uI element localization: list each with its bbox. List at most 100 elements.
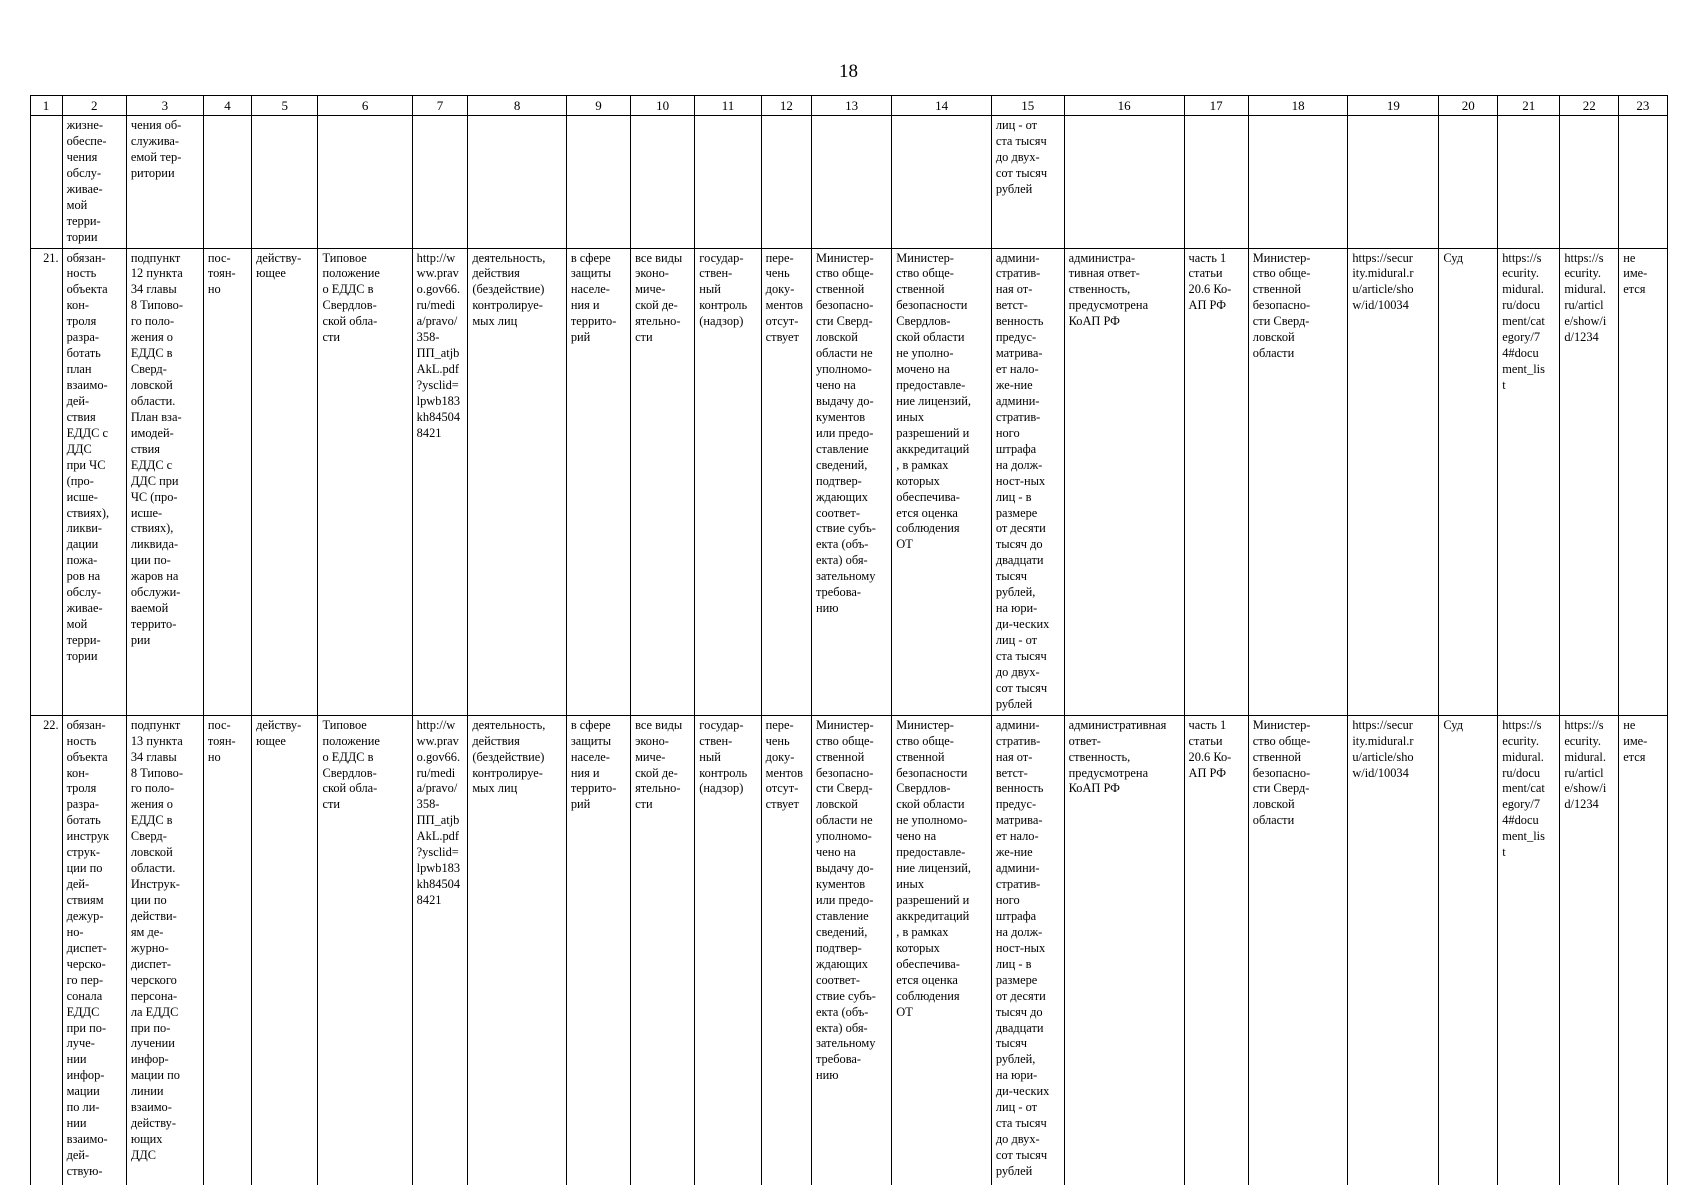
cell-text: государ- ствен- ный контроль (надзор) <box>699 250 748 329</box>
cell-text: государ- ствен- ный контроль (надзор) <box>699 717 748 796</box>
cell-text: часть 1 статьи 20.6 Ко- АП РФ <box>1188 250 1232 313</box>
cell-r0-c4 <box>202 115 253 249</box>
cell-r0-c15: лиц - от ста тысяч до двух- сот тысяч ру… <box>990 115 1065 249</box>
cell-r21-c7: http://w ww.prav o.gov66. ru/medi a/prav… <box>411 247 469 716</box>
table-row: жизне- обеспе- чения обслу- живае- мой т… <box>29 115 1668 249</box>
cell-text: 22. <box>43 717 59 732</box>
cell-r21-c17: часть 1 статьи 20.6 Ко- АП РФ <box>1183 247 1249 716</box>
cell-r22-c20: Суд <box>1438 714 1499 1185</box>
cell-text: подпункт 13 пункта 34 главы 8 Типово- го… <box>130 717 183 1162</box>
cell-r22-c14: Министер- ство обще- ственной безопаснос… <box>891 714 992 1185</box>
cell-text: https://s ecurity. midural. ru/articl e/… <box>1564 250 1607 345</box>
cell-r22-c8: деятельность, действия (бездействие) кон… <box>467 714 567 1185</box>
cell-text: чения об- служива- емой тер- ритории <box>130 118 182 180</box>
cell-text: пос- тоян- но <box>207 717 236 764</box>
table-row: 21. обязан- ность объекта кон- троля раз… <box>29 247 1668 716</box>
cell-r21-c22: https://s ecurity. midural. ru/articl e/… <box>1559 247 1620 716</box>
col-num-3: 3 <box>125 95 204 116</box>
col-num-14: 14 <box>891 95 992 116</box>
cell-r21-c21: https://s ecurity. midural. ru/docu ment… <box>1497 247 1561 716</box>
cell-text: все виды эконо- миче- ской де- ятельно- … <box>635 717 683 812</box>
cell-r21-c5: действу- ющее <box>251 247 319 716</box>
col-num-10: 10 <box>630 95 696 116</box>
cell-text: Министер- ство обще- ственной безопаснос… <box>896 717 971 1019</box>
col-num-23: 23 <box>1618 95 1668 116</box>
cell-text: не име- ется <box>1623 717 1648 764</box>
cell-text: Суд <box>1443 717 1464 732</box>
cell-text: https://s ecurity. midural. ru/articl e/… <box>1564 717 1607 812</box>
cell-text: подпункт 12 пункта 34 главы 8 Типово- го… <box>130 250 183 648</box>
cell-text: https://secur ity.midural.r u/article/sh… <box>1352 250 1414 313</box>
document-page: 18 1 2 3 4 5 6 7 8 9 10 11 12 13 14 15 1… <box>0 0 1697 1200</box>
cell-r22-c15: админи- стратив- ная от- ветст- венность… <box>990 714 1065 1185</box>
cell-r0-c23 <box>1618 115 1668 249</box>
cell-text: Министер- ство обще- ственной безопаснос… <box>896 250 971 552</box>
cell-text: Типовое положение о ЕДДС в Свердлов- ско… <box>322 717 380 812</box>
col-num-9: 9 <box>565 95 632 116</box>
cell-text: часть 1 статьи 20.6 Ко- АП РФ <box>1188 717 1232 780</box>
cell-r21-c15: админи- стратив- ная от- ветст- венность… <box>990 247 1065 716</box>
cell-r21-c1: 21. <box>29 247 63 716</box>
cell-r0-c16 <box>1063 115 1185 249</box>
col-num-1: 1 <box>29 95 63 116</box>
col-num-12: 12 <box>760 95 812 116</box>
cell-r22-c2: обязан- ность объекта кон- троля разра- … <box>61 714 127 1185</box>
cell-r21-c4: пос- тоян- но <box>202 247 253 716</box>
cell-r22-c11: государ- ствен- ный контроль (надзор) <box>694 714 762 1185</box>
cell-text: админи- стратив- ная от- ветст- венность… <box>995 717 1050 1178</box>
cell-text: https://s ecurity. midural. ru/docu ment… <box>1502 250 1545 393</box>
col-num-17: 17 <box>1183 95 1249 116</box>
col-num-16: 16 <box>1063 95 1185 116</box>
col-num-13: 13 <box>810 95 893 116</box>
cell-r0-c13 <box>810 115 893 249</box>
cell-r22-c18: Министер- ство обще- ственной безопасно-… <box>1247 714 1349 1185</box>
cell-text: Министер- ство обще- ственной безопасно-… <box>1252 717 1311 828</box>
cell-r21-c11: государ- ствен- ный контроль (надзор) <box>694 247 762 716</box>
cell-r21-c20: Суд <box>1438 247 1499 716</box>
cell-r0-c10 <box>630 115 696 249</box>
cell-r22-c13: Министер- ство обще- ственной безопасно-… <box>810 714 893 1185</box>
cell-r0-c14 <box>891 115 992 249</box>
cell-r21-c23: не име- ется <box>1618 247 1668 716</box>
cell-text: жизне- обеспе- чения обслу- живае- мой т… <box>66 118 107 244</box>
cell-r0-c17 <box>1183 115 1249 249</box>
cell-r22-c22: https://s ecurity. midural. ru/articl e/… <box>1559 714 1620 1185</box>
cell-text: Министер- ство обще- ственной безопасно-… <box>1252 250 1311 361</box>
cell-r22-c19: https://secur ity.midural.r u/article/sh… <box>1347 714 1440 1185</box>
cell-text: обязан- ность объекта кон- троля разра- … <box>66 250 110 663</box>
cell-text: все виды эконо- миче- ской де- ятельно- … <box>635 250 683 345</box>
cell-r22-c7: http://w ww.prav o.gov66. ru/medi a/prav… <box>411 714 469 1185</box>
cell-r0-c20 <box>1438 115 1499 249</box>
cell-text: пере- чень доку- ментов отсут- ствует <box>765 250 803 345</box>
col-num-6: 6 <box>317 95 413 116</box>
col-num-4: 4 <box>202 95 253 116</box>
cell-r22-c10: все виды эконо- миче- ской де- ятельно- … <box>630 714 696 1185</box>
cell-r0-c21 <box>1497 115 1561 249</box>
col-num-15: 15 <box>990 95 1065 116</box>
table-container: 1 2 3 4 5 6 7 8 9 10 11 12 13 14 15 16 1 <box>29 95 1668 1185</box>
cell-r21-c14: Министер- ство обще- ственной безопаснос… <box>891 247 992 716</box>
cell-text: деятельность, действия (бездействие) кон… <box>472 250 546 329</box>
col-num-21: 21 <box>1497 95 1561 116</box>
cell-r0-c22 <box>1559 115 1620 249</box>
cell-text: Типовое положение о ЕДДС в Свердлов- ско… <box>322 250 380 345</box>
col-num-7: 7 <box>411 95 469 116</box>
cell-text: в сфере защиты населе- ния и террито- ри… <box>570 717 617 812</box>
table-row: 22. обязан- ность объекта кон- троля раз… <box>29 714 1668 1185</box>
cell-r21-c19: https://secur ity.midural.r u/article/sh… <box>1347 247 1440 716</box>
cell-r0-c12 <box>760 115 812 249</box>
cell-text: администра- тивная ответ- ственность, пр… <box>1068 250 1149 329</box>
cell-r21-c10: все виды эконо- миче- ской де- ятельно- … <box>630 247 696 716</box>
cell-r22-c3: подпункт 13 пункта 34 главы 8 Типово- го… <box>125 714 204 1185</box>
col-num-8: 8 <box>467 95 567 116</box>
cell-text: административная ответ- ственность, пред… <box>1068 717 1167 796</box>
col-num-19: 19 <box>1347 95 1440 116</box>
cell-r0-c6 <box>317 115 413 249</box>
cell-r22-c12: пере- чень доку- ментов отсут- ствует <box>760 714 812 1185</box>
cell-text: Суд <box>1443 250 1464 265</box>
cell-r0-c9 <box>565 115 632 249</box>
cell-r22-c1: 22. <box>29 714 63 1185</box>
cell-r0-c5 <box>251 115 319 249</box>
cell-r22-c17: часть 1 статьи 20.6 Ко- АП РФ <box>1183 714 1249 1185</box>
cell-r22-c6: Типовое положение о ЕДДС в Свердлов- ско… <box>317 714 413 1185</box>
